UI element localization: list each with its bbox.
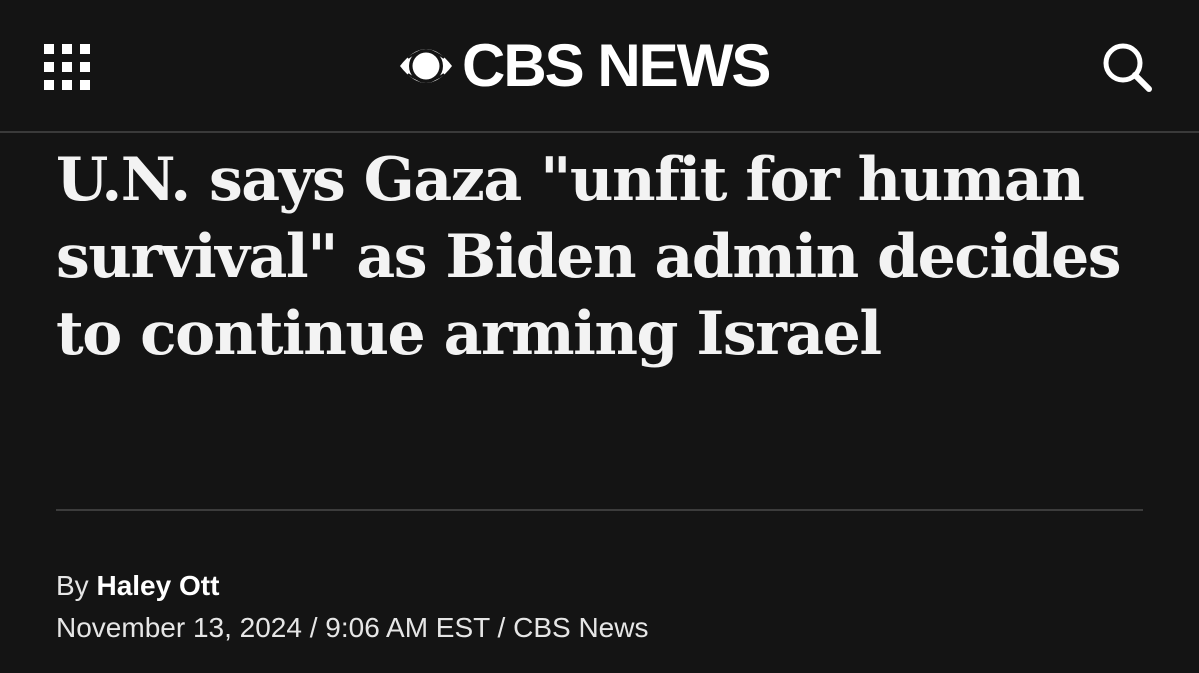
logo-text: CBS NEWS xyxy=(462,32,771,99)
article-page: CBS NEWS U.N. says Gaza "unfit for human… xyxy=(0,0,1199,673)
site-header: CBS NEWS xyxy=(0,0,1199,131)
byline: By Haley Ott xyxy=(56,568,219,604)
search-button[interactable] xyxy=(1100,40,1154,94)
dateline: November 13, 2024 / 9:06 AM EST / CBS Ne… xyxy=(56,610,648,646)
content-divider xyxy=(56,509,1143,511)
publish-date: November 13, 2024 xyxy=(56,612,302,643)
publish-time: 9:06 AM EST xyxy=(325,612,490,643)
header-divider xyxy=(0,131,1199,133)
byline-prefix: By xyxy=(56,570,97,601)
author-link[interactable]: Haley Ott xyxy=(96,570,219,601)
search-icon xyxy=(1103,43,1152,92)
article-headline: U.N. says Gaza "unfit for human survival… xyxy=(56,145,1122,369)
source-name: CBS News xyxy=(513,612,649,643)
dateline-separator: / xyxy=(301,612,326,643)
grid-menu-icon xyxy=(44,44,90,90)
cbs-news-logo[interactable]: CBS NEWS xyxy=(398,32,771,99)
menu-button[interactable] xyxy=(44,44,90,90)
cbs-eye-icon xyxy=(400,49,452,83)
dateline-separator: / xyxy=(489,612,514,643)
